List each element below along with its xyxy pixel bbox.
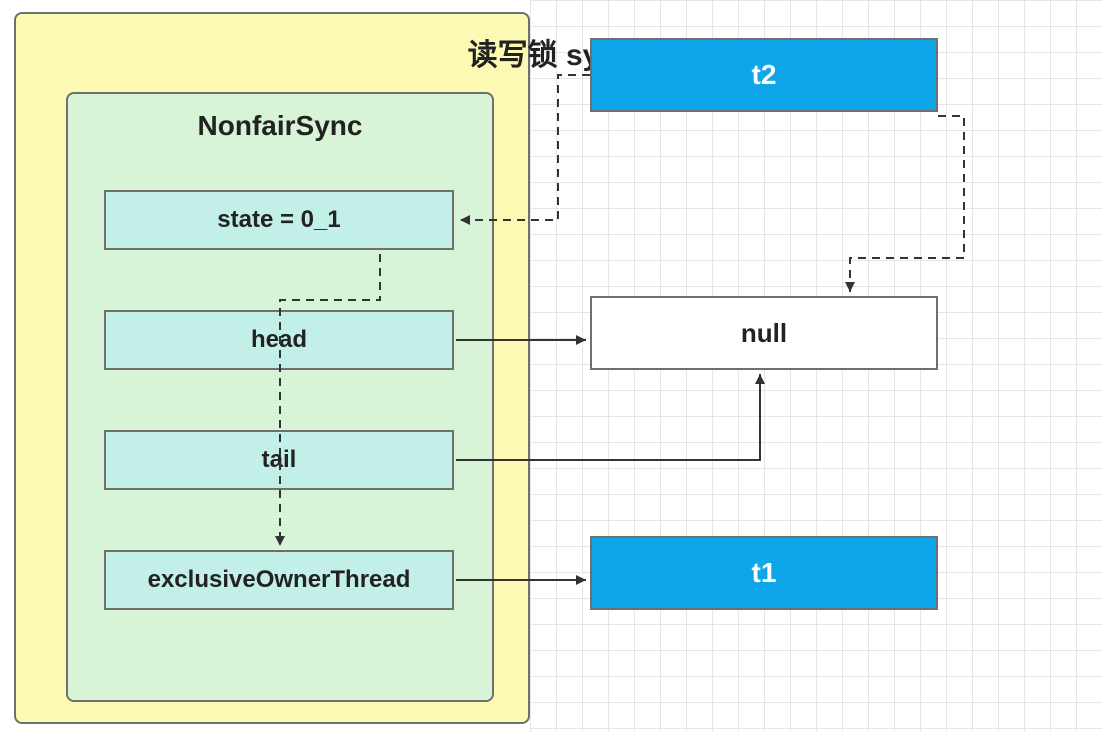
field-tail: tail (104, 430, 454, 490)
node-t2: t2 (590, 38, 938, 112)
field-state: state = 0_1 (104, 190, 454, 250)
inner-title: NonfairSync (66, 110, 494, 142)
field-exclusive-owner-thread: exclusiveOwnerThread (104, 550, 454, 610)
node-t1: t1 (590, 536, 938, 610)
inner-container-nonfairsync (66, 92, 494, 702)
field-head: head (104, 310, 454, 370)
node-null: null (590, 296, 938, 370)
